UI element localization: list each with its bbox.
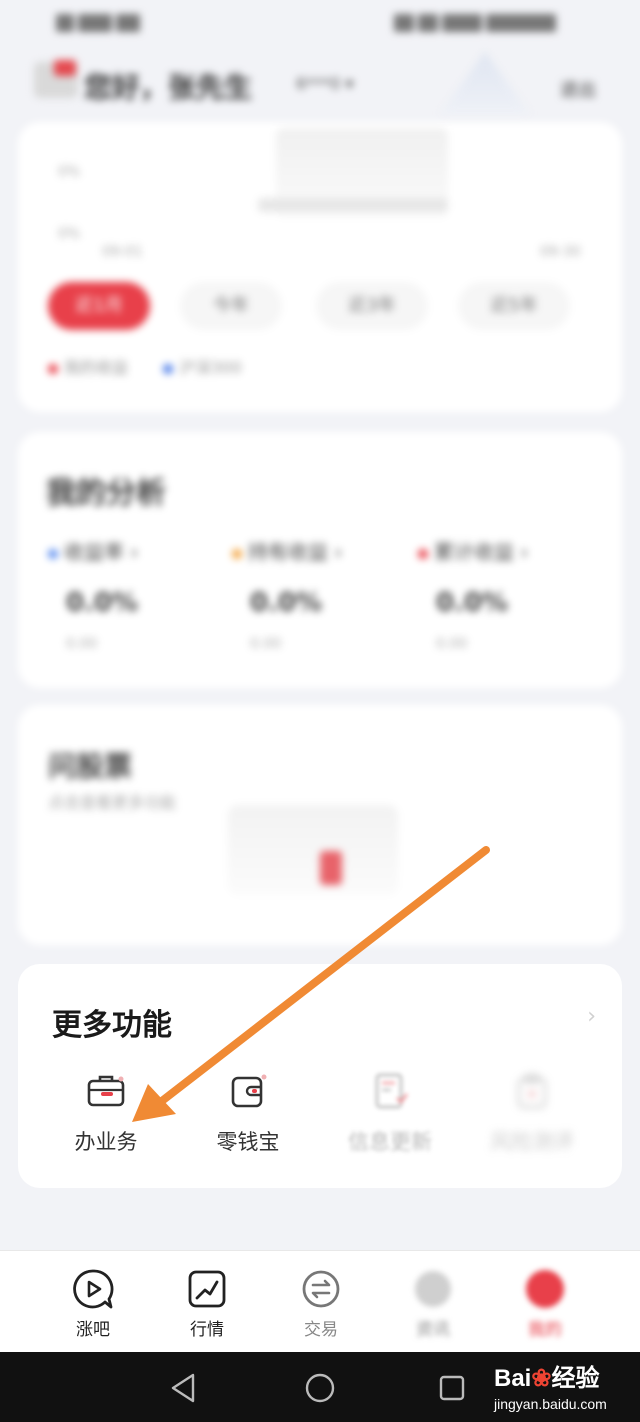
trend-icon (188, 1270, 226, 1308)
bottom-nav: 涨吧 行情 交易 资讯 我的 (0, 1250, 640, 1352)
nav-label: 行情 (190, 1320, 224, 1340)
home-icon[interactable] (302, 1370, 338, 1406)
metric-item[interactable]: 累计收益 › 0.0% 0.00 (418, 536, 588, 656)
chart-legend: 我的收益 沪深300 (48, 354, 242, 378)
legend-mine: 我的收益 (64, 358, 129, 377)
exit-button[interactable]: 退出 (560, 76, 596, 102)
chevron-right-icon[interactable]: › (587, 1004, 596, 1029)
metric-sub: 0.00 (436, 636, 468, 652)
legend-dot-red (48, 363, 58, 374)
feature-handle-business[interactable]: 办业务 (36, 1070, 176, 1160)
nav-item-mine[interactable]: 我的 (490, 1251, 600, 1351)
recents-icon[interactable] (434, 1370, 470, 1406)
nav-label: 交易 (304, 1320, 338, 1340)
metric-label: 收益率 › (48, 536, 138, 565)
more-features-title: 更多功能 (52, 1008, 172, 1043)
nav-item-trade[interactable]: 交易 (266, 1251, 376, 1351)
watermark-url: jingyan.baidu.com (494, 1396, 607, 1412)
nav-item-news[interactable]: 资讯 (378, 1251, 488, 1351)
battery-clock-icons (394, 12, 584, 32)
profit-chart-card: 0% 0% 09-01 09-30 近1月 今年 近3年 近5年 我的收益 沪深… (18, 122, 622, 412)
metric-value: 0.0% (66, 588, 139, 618)
greeting-text: 您好，张先生 (84, 71, 253, 104)
feature-info-update[interactable]: 信息更新 (320, 1070, 460, 1160)
analysis-title: 我的分析 (46, 476, 166, 511)
notification-badge (54, 60, 76, 76)
metric-item[interactable]: 收益率 › 0.0% 0.00 (48, 536, 218, 656)
nav-label: 我的 (528, 1320, 562, 1340)
legend-dot-blue (163, 363, 174, 374)
feature-label: 信息更新 (348, 1130, 432, 1154)
signal-icons (56, 12, 172, 32)
feature-label: 零钱宝 (216, 1130, 280, 1154)
more-features-card: 更多功能 › 办业务 零钱宝 信息更新 风险测评 (18, 964, 622, 1188)
analysis-card: 我的分析 收益率 › 0.0% 0.00 持有收益 › 0.0% 0.00 累计… (18, 432, 622, 688)
status-bar (0, 0, 640, 46)
metric-value: 0.0% (436, 588, 509, 618)
clipboard-icon (517, 1073, 547, 1109)
range-tab-5y[interactable]: 近5年 (458, 282, 570, 330)
range-tab-ytd[interactable]: 今年 (180, 282, 282, 330)
empty-card-subtitle: 点击查看更多功能 (48, 793, 177, 812)
x-tick-start: 09-01 (102, 244, 143, 260)
empty-state-illustration (228, 805, 398, 895)
feature-label: 办业务 (74, 1130, 138, 1154)
range-tab-1m[interactable]: 近1月 (48, 282, 150, 330)
nav-item-market[interactable]: 行情 (152, 1251, 262, 1351)
empty-chart-caption (258, 198, 448, 212)
header: 您好，张先生 6***0 ▾ 退出 (0, 52, 640, 116)
legend-index: 沪深300 (179, 358, 242, 377)
y-tick-bottom: 0% (58, 226, 81, 242)
account-selector[interactable]: 6***0 ▾ (296, 74, 353, 93)
nav-label: 资讯 (416, 1320, 450, 1340)
metric-label: 累计收益 › (418, 536, 528, 565)
news-icon (415, 1271, 451, 1307)
metric-sub: 0.00 (66, 636, 98, 652)
header-decoration (440, 52, 530, 114)
range-tabs: 近1月 今年 近3年 近5年 (48, 282, 608, 332)
empty-card-title: 问股票 (48, 750, 133, 783)
baidu-jingyan-watermark: Bai❀经验 jingyan.baidu.com (486, 1352, 636, 1420)
feature-small-change[interactable]: 零钱宝 (178, 1070, 318, 1160)
nav-label: 涨吧 (76, 1320, 110, 1340)
illustration-red-accent (320, 851, 342, 885)
feature-label: 风险测评 (490, 1130, 574, 1154)
paw-icon: ❀ (531, 1365, 552, 1392)
metric-value: 0.0% (250, 588, 323, 618)
briefcase-icon (87, 1075, 125, 1107)
y-tick-top: 0% (58, 164, 81, 180)
watermark-brand: Bai❀经验 (494, 1365, 600, 1392)
exchange-icon (302, 1270, 340, 1308)
profile-icon (526, 1270, 564, 1308)
metric-item[interactable]: 持有收益 › 0.0% 0.00 (232, 536, 402, 656)
wallet-icon (231, 1074, 267, 1108)
metric-sub: 0.00 (250, 636, 282, 652)
x-tick-end: 09-30 (540, 244, 581, 260)
feature-risk-assessment[interactable]: 风险测评 (462, 1070, 602, 1160)
document-icon (375, 1073, 408, 1109)
range-tab-3y[interactable]: 近3年 (316, 282, 428, 330)
back-icon[interactable] (166, 1370, 202, 1406)
metric-label: 持有收益 › (232, 536, 342, 565)
nav-item-zhangba[interactable]: 涨吧 (38, 1251, 148, 1351)
play-chat-icon (73, 1269, 114, 1309)
empty-state-card: 问股票 点击查看更多功能 (18, 705, 622, 945)
